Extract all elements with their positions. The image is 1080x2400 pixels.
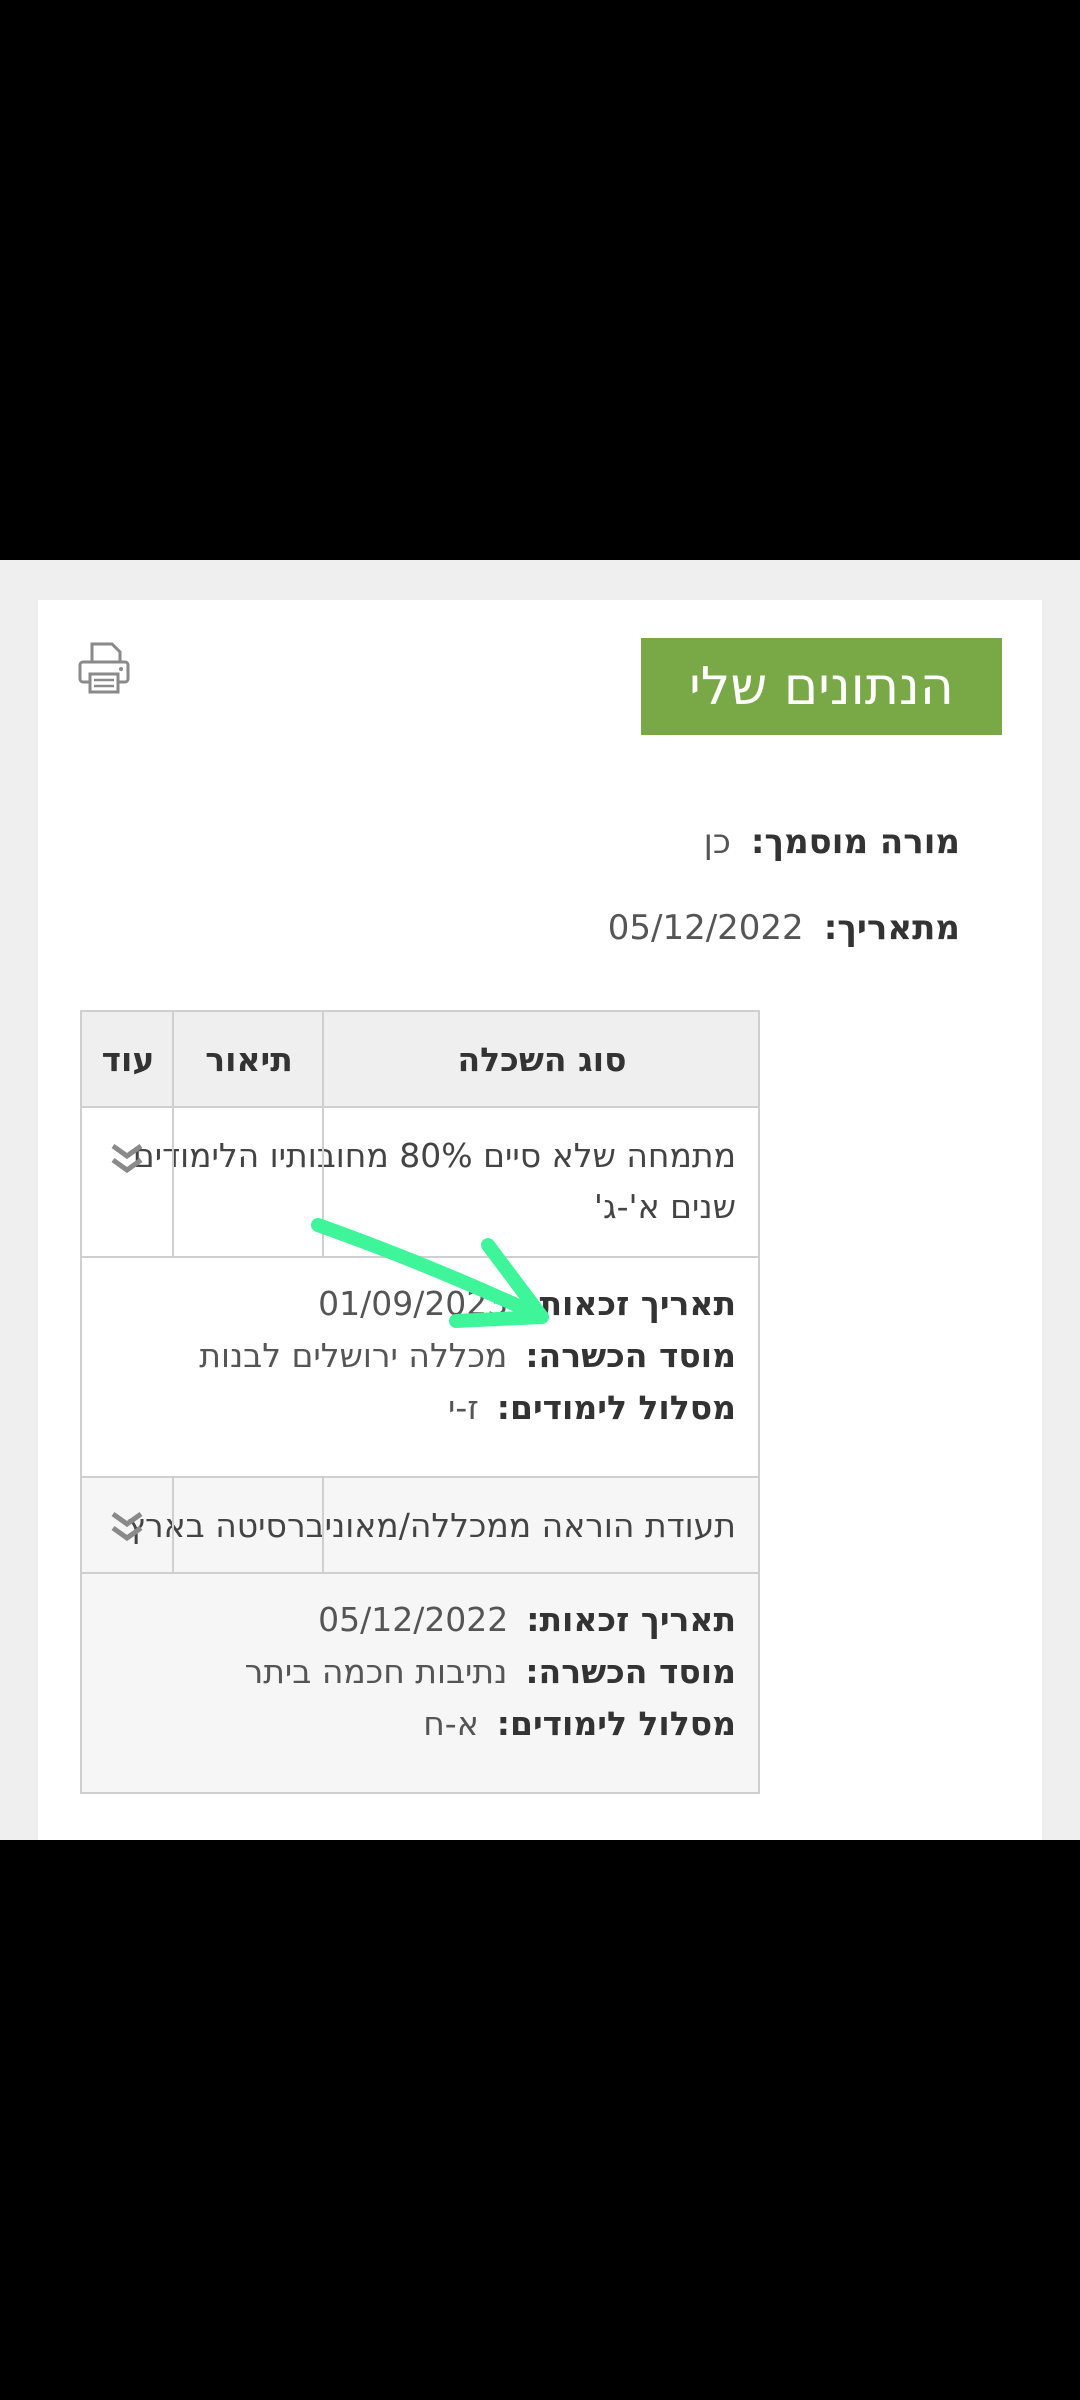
row-details: תאריך זכאות: 05/12/2022 מוסד הכשרה: נתיב… xyxy=(80,1572,760,1794)
double-chevron-down-icon[interactable] xyxy=(107,1510,147,1546)
my-data-card: הנתונים שלי מורה מוסמך: כן מתאריך: 05/12… xyxy=(38,600,1042,1840)
study-track-value: א-ח xyxy=(423,1704,479,1743)
institution-label: מוסד הכשרה: xyxy=(525,1652,736,1691)
study-track-line: מסלול לימודים: א-ח xyxy=(423,1704,736,1743)
eligibility-date-value: 01/09/2023 xyxy=(318,1284,509,1323)
header-more-label: עוד xyxy=(101,1039,155,1079)
screen: הנתונים שלי מורה מוסמך: כן מתאריך: 05/12… xyxy=(0,0,1080,2400)
certified-teacher-label: מורה מוסמך: xyxy=(750,822,960,862)
header-type-label: סוג השכלה xyxy=(457,1039,627,1079)
eligibility-date-line: תאריך זכאות: 05/12/2022 xyxy=(318,1600,736,1639)
row-type-text: תעודת הוראה ממכללה/מאוניברסיטה בארץ xyxy=(127,1506,736,1545)
study-track-value: ז-י xyxy=(448,1388,479,1427)
page-title: הנתונים שלי xyxy=(641,638,1002,735)
eligibility-date-line: תאריך זכאות: 01/09/2023 xyxy=(318,1284,736,1323)
header-description: תיאור xyxy=(174,1012,324,1106)
study-track-label: מסלול לימודים: xyxy=(496,1388,736,1427)
header-type: סוג השכלה xyxy=(324,1012,760,1106)
eligibility-date-value: 05/12/2022 xyxy=(318,1600,509,1639)
table-header-row: עוד תיאור סוג השכלה xyxy=(80,1010,760,1108)
institution-value: מכללה ירושלים לבנות xyxy=(199,1336,508,1375)
institution-value: נתיבות חכמה ביתר xyxy=(244,1652,508,1691)
page-title-text: הנתונים שלי xyxy=(689,656,954,717)
row-details: תאריך זכאות: 01/09/2023 מוסד הכשרה: מכלל… xyxy=(80,1256,760,1478)
study-track-label: מסלול לימודים: xyxy=(496,1704,736,1743)
institution-label: מוסד הכשרה: xyxy=(525,1336,736,1375)
certified-teacher-row: מורה מוסמך: כן xyxy=(704,822,960,862)
header-description-label: תיאור xyxy=(205,1039,293,1079)
institution-line: מוסד הכשרה: נתיבות חכמה ביתר xyxy=(245,1652,736,1691)
from-date-label: מתאריך: xyxy=(823,908,960,948)
table-row[interactable]: תעודת הוראה ממכללה/מאוניברסיטה בארץ xyxy=(80,1476,760,1574)
printer-icon[interactable] xyxy=(76,640,132,696)
eligibility-date-label: תאריך זכאות: xyxy=(526,1284,736,1323)
from-date-row: מתאריך: 05/12/2022 xyxy=(608,908,960,948)
from-date-value: 05/12/2022 xyxy=(607,908,804,948)
row-type-text: מתמחה שלא סיים 80% מחובותיו הלימודים שני… xyxy=(132,1136,736,1226)
eligibility-date-label: תאריך זכאות: xyxy=(526,1600,736,1639)
table-row[interactable]: מתמחה שלא סיים 80% מחובותיו הלימודים שני… xyxy=(80,1106,760,1258)
certified-teacher-value: כן xyxy=(703,822,731,862)
study-track-line: מסלול לימודים: ז-י xyxy=(448,1388,736,1427)
double-chevron-down-icon[interactable] xyxy=(107,1142,147,1178)
institution-line: מוסד הכשרה: מכללה ירושלים לבנות xyxy=(199,1336,736,1375)
header-more: עוד xyxy=(82,1012,174,1106)
